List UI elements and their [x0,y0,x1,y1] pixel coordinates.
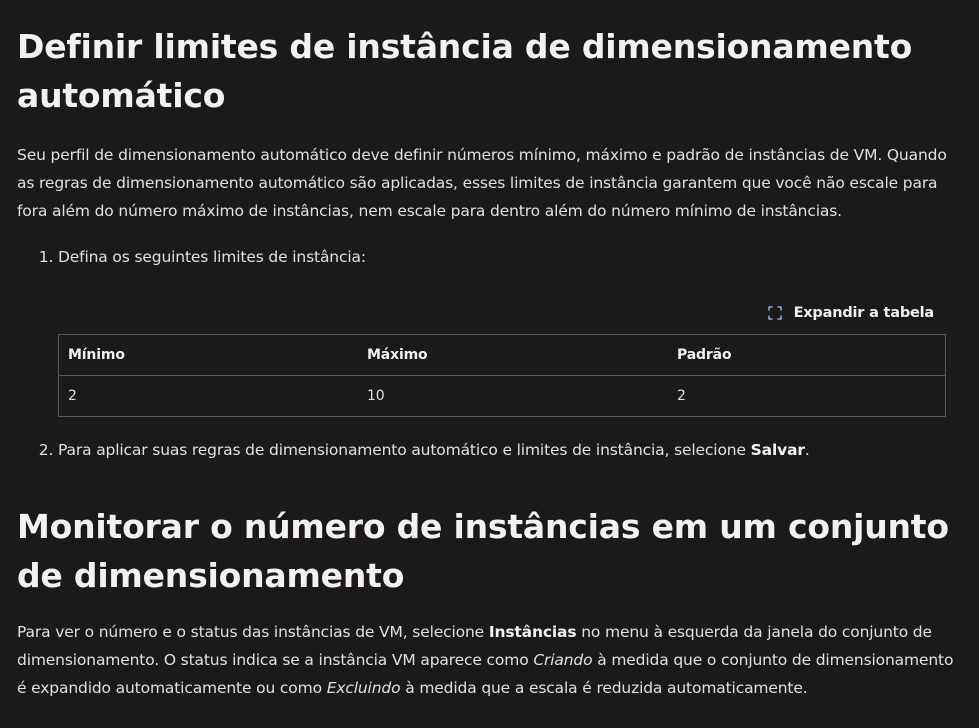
table-header-maximum: Máximo [358,334,668,376]
table-header-minimum: Mínimo [58,334,358,376]
table-cell-minimum: 2 [68,388,77,404]
step-2: Para aplicar suas regras de dimensioname… [58,436,962,464]
monitor-text-1: Para ver o número e o status das instânc… [17,623,489,641]
steps-list-continued: Para aplicar suas regras de dimensioname… [17,436,962,464]
step-2-text: Para aplicar suas regras de dimensioname… [58,441,751,459]
creating-emphasis: Criando [533,651,593,669]
section-intro-paragraph: Seu perfil de dimensionamento automático… [17,146,947,220]
article-content: Definir limites de instância de dimensio… [0,0,979,702]
table-cell-maximum: 10 [367,388,385,404]
instance-limits-table: Mínimo Máximo Padrão 2 10 2 [58,334,946,417]
save-emphasis: Salvar [750,441,805,459]
step-1: Defina os seguintes limites de instância… [58,243,962,271]
section-title-instance-limits: Definir limites de instância de dimensio… [17,27,913,115]
step-2-period: . [804,441,810,459]
table-row: 2 10 2 [59,376,946,417]
table-cell-default: 2 [677,388,686,404]
step-1-text: Defina os seguintes limites de instância… [58,248,366,266]
table-header-row: Mínimo Máximo Padrão [58,334,946,376]
table-header-default: Padrão [668,334,946,376]
instances-emphasis: Instâncias [488,623,577,641]
expand-icon [767,306,782,320]
monitor-text-4: à medida que a escala é reduzida automat… [400,679,808,697]
deleting-emphasis: Excluindo [326,679,401,697]
monitor-paragraph: Para ver o número e o status das instânc… [17,618,962,702]
expand-table-label: Expandir a tabela [793,305,935,321]
section-title-monitor-instances: Monitorar o número de instâncias em um c… [17,507,949,595]
expand-table-button[interactable]: Expandir a tabela [767,305,935,321]
steps-list: Defina os seguintes limites de instância… [17,243,962,271]
table-toolbar: Expandir a tabela [17,301,962,325]
